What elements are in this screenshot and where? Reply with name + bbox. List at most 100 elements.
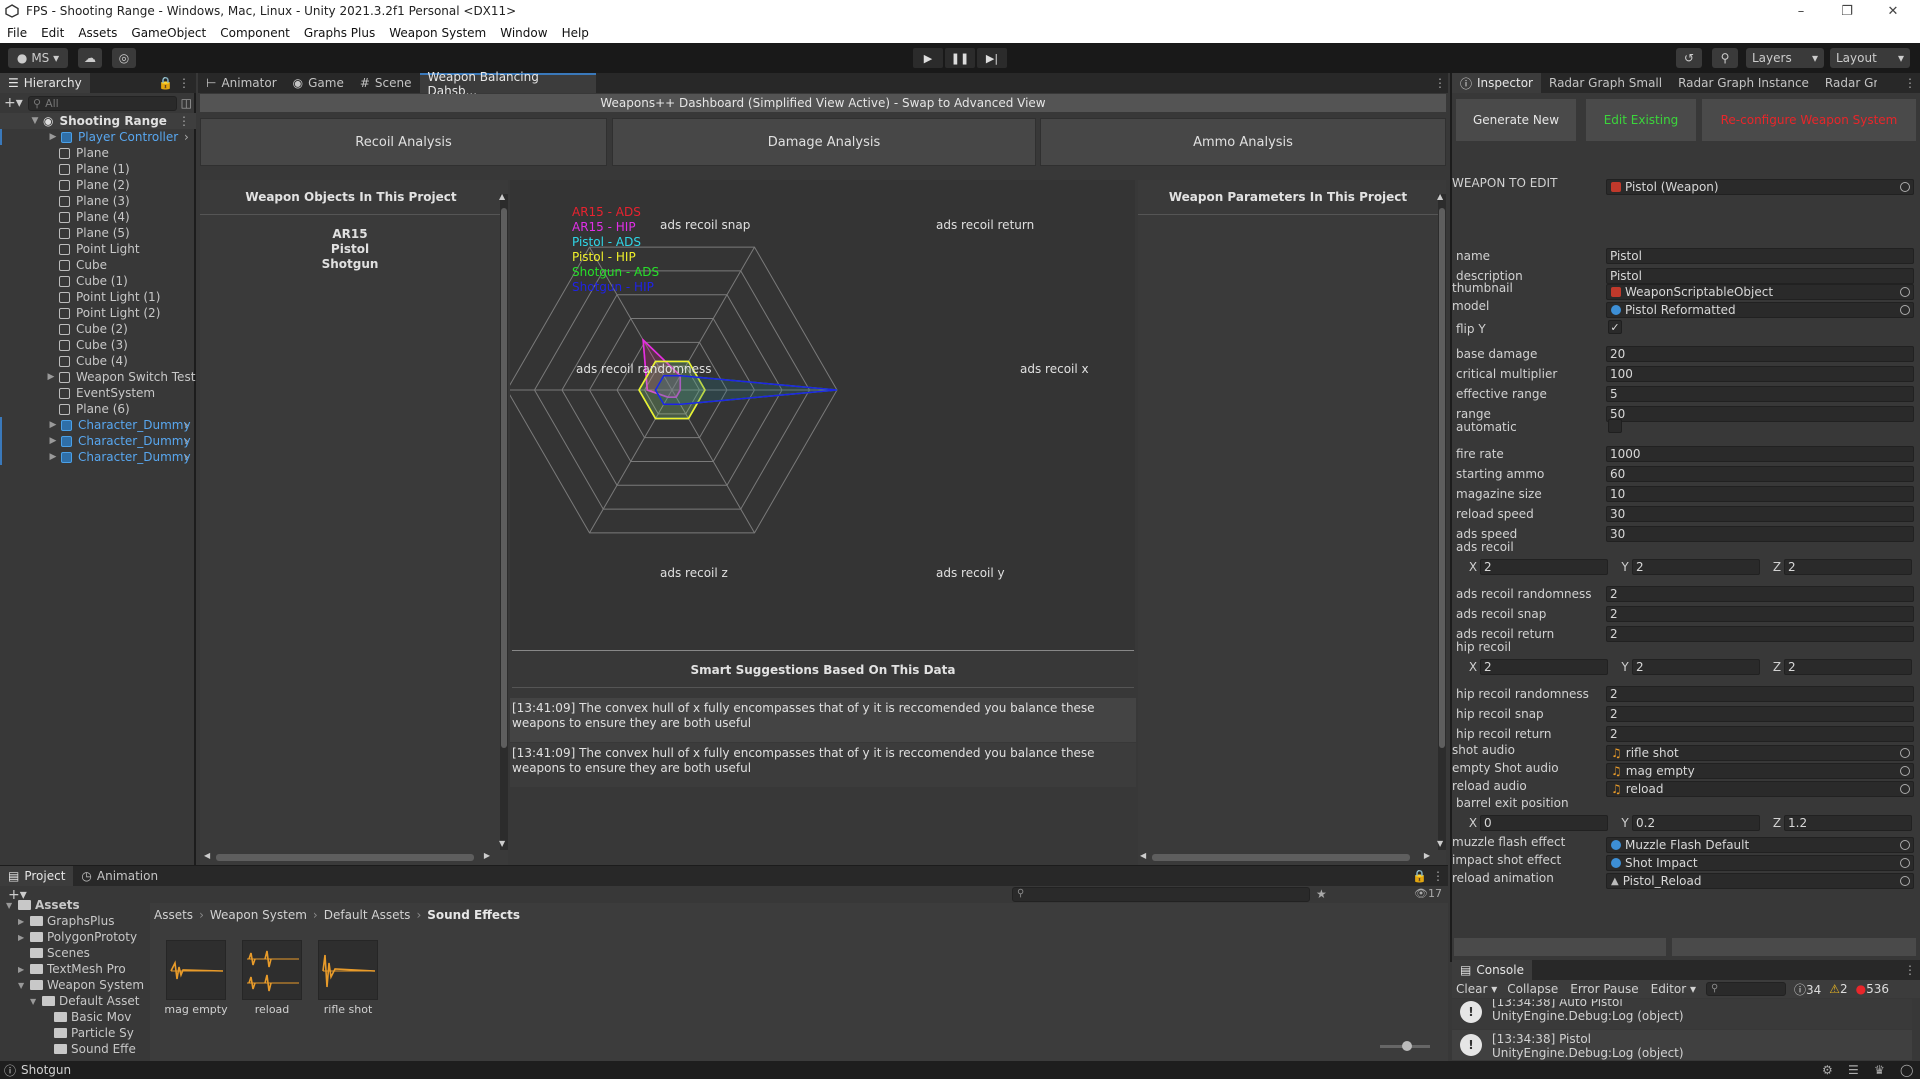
collapse-button[interactable]: Collapse — [1501, 982, 1564, 996]
menu-assets[interactable]: Assets — [71, 26, 124, 40]
weapon-item[interactable]: Pistol — [300, 242, 400, 257]
dashboard-banner[interactable]: Weapons++ Dashboard (Simplified View Act… — [200, 94, 1446, 112]
hierarchy-item[interactable]: Point Light (2) — [0, 305, 196, 321]
pause-button[interactable]: ❚❚ — [945, 48, 975, 68]
reconfigure-button[interactable]: Re-configure Weapon System — [1702, 99, 1916, 141]
layers-icon[interactable]: ☰ — [1848, 1063, 1859, 1077]
object-picker-icon[interactable] — [1900, 766, 1910, 776]
collab-icon[interactable]: ◎ — [112, 48, 136, 68]
lock-icon[interactable]: 🔒 — [1412, 869, 1427, 883]
scroll-right-icon[interactable]: ▶ — [1424, 851, 1430, 860]
editor-dropdown[interactable]: Editor ▾ — [1645, 982, 1702, 996]
network-icon[interactable]: ⚙ — [1822, 1063, 1833, 1077]
field-input[interactable]: 2 — [1606, 726, 1914, 742]
project-folder-item[interactable]: ▶ TextMesh Pro — [0, 961, 145, 977]
project-folder-item[interactable]: ▼ Default Asset — [0, 993, 145, 1009]
hierarchy-item[interactable]: Plane — [0, 145, 196, 161]
ammo-analysis-button[interactable]: Ammo Analysis — [1040, 118, 1446, 166]
field-input[interactable]: 20 — [1606, 346, 1914, 362]
favorites-icon[interactable]: ★ — [1316, 887, 1327, 901]
project-folder-item[interactable]: ▶ GraphsPlus — [0, 913, 145, 929]
hierarchy-item[interactable]: Point Light (1) — [0, 289, 196, 305]
hidden-packages-icon[interactable]: 👁17 — [1414, 887, 1442, 900]
hierarchy-item[interactable]: Plane (2) — [0, 177, 196, 193]
debug-icon[interactable]: ♛ — [1874, 1063, 1885, 1077]
edit-existing-button[interactable]: Edit Existing — [1586, 99, 1696, 141]
project-folder-item[interactable]: Basic Mov — [0, 1009, 145, 1025]
scroll-thumb[interactable] — [501, 208, 507, 748]
field-input[interactable]: 2 — [1606, 586, 1914, 602]
expand-arrow-icon[interactable]: ▶ — [18, 965, 30, 974]
tab-weapon-balancing[interactable]: Weapon Balancing Dahsb... — [419, 70, 596, 98]
thumbnail-field[interactable]: WeaponScriptableObject — [1606, 284, 1914, 300]
step-button[interactable]: ▶| — [977, 48, 1007, 68]
menu-file[interactable]: File — [0, 26, 34, 40]
object-picker-icon[interactable] — [1900, 784, 1910, 794]
tab-scene[interactable]: # Scene — [352, 73, 420, 93]
menu-window[interactable]: Window — [493, 26, 554, 40]
expand-arrow-icon[interactable]: ▶ — [48, 132, 58, 142]
audio-clip-field[interactable]: ♫ rifle shot — [1606, 745, 1914, 761]
play-button[interactable]: ▶ — [913, 48, 943, 68]
add-icon[interactable]: +▾ — [4, 95, 28, 111]
hierarchy-item[interactable]: ▶ Player Controller › — [0, 129, 196, 145]
tab-radar-graph-instance[interactable]: Radar Graph Instance — [1670, 73, 1817, 93]
expand-arrow-icon[interactable]: ▼ — [30, 997, 42, 1006]
breadcrumb-item[interactable]: Sound Effects — [427, 908, 520, 922]
menu-edit[interactable]: Edit — [34, 26, 71, 40]
field-input[interactable]: Pistol — [1606, 268, 1914, 284]
field-input[interactable]: Pistol — [1606, 248, 1914, 264]
history-icon[interactable]: ↺ — [1676, 48, 1702, 68]
tab-hierarchy[interactable]: ☰ Hierarchy — [0, 73, 90, 93]
layout-dropdown[interactable]: Layout ▾ — [1830, 48, 1910, 68]
minimize-button[interactable]: – — [1778, 0, 1824, 22]
hierarchy-search-input[interactable]: ⚲ All — [28, 95, 177, 111]
tab-game[interactable]: ◉ Game — [285, 73, 352, 93]
slider-thumb[interactable] — [1402, 1041, 1412, 1051]
field-input[interactable]: 10 — [1606, 486, 1914, 502]
scroll-thumb[interactable] — [1439, 208, 1445, 748]
project-folder-item[interactable]: Sound Effe — [0, 1041, 145, 1057]
generate-new-button[interactable]: Generate New — [1456, 99, 1576, 141]
scroll-up-icon[interactable]: ▲ — [1437, 192, 1443, 201]
tab-radar-graph-small[interactable]: Radar Graph Small — [1541, 73, 1670, 93]
menu-help[interactable]: Help — [555, 26, 596, 40]
weapon-objects-scrollbar[interactable] — [500, 194, 508, 850]
suggestion-item[interactable]: [13:41:09] The convex hull of x fully en… — [510, 698, 1136, 742]
field-input[interactable]: 1000 — [1606, 446, 1914, 462]
hierarchy-item[interactable]: Cube (4) — [0, 353, 196, 369]
menu-weapon-system[interactable]: Weapon System — [382, 26, 493, 40]
scene-root[interactable]: ▼ ◉ Shooting Range ⋮ — [0, 113, 196, 129]
asset-label[interactable]: reload — [234, 1003, 310, 1016]
scroll-left-icon[interactable]: ◀ — [204, 851, 210, 860]
expand-arrow-icon[interactable]: ▼ — [30, 116, 40, 126]
hip-recoil-z-field[interactable]: 2 — [1784, 659, 1912, 675]
field-input[interactable]: 100 — [1606, 366, 1914, 382]
scroll-left-icon[interactable]: ◀ — [1140, 851, 1146, 860]
menu-gameobject[interactable]: GameObject — [124, 26, 213, 40]
object-picker-icon[interactable] — [1900, 858, 1910, 868]
field-input[interactable]: 2 — [1606, 626, 1914, 642]
hip-recoil-x-field[interactable]: 2 — [1480, 659, 1608, 675]
hierarchy-item[interactable]: Point Light — [0, 241, 196, 257]
inspector-bottom-button[interactable] — [1454, 938, 1666, 956]
weapon-item[interactable]: Shotgun — [300, 257, 400, 272]
layers-dropdown[interactable]: Layers ▾ — [1746, 48, 1824, 68]
status-text[interactable]: Shotgun — [21, 1063, 71, 1077]
object-picker-icon[interactable] — [1900, 748, 1910, 758]
expand-arrow-icon[interactable]: ▶ — [46, 372, 56, 382]
suggestion-item[interactable]: [13:41:09] The convex hull of x fully en… — [510, 743, 1136, 787]
expand-arrow-icon[interactable]: ▶ — [18, 933, 30, 942]
tab-inspector[interactable]: ⓘ Inspector — [1452, 73, 1541, 93]
warn-count[interactable]: ⚠2 — [1829, 982, 1847, 996]
audio-clip-field[interactable]: ♫ mag empty — [1606, 763, 1914, 779]
hierarchy-item[interactable]: Plane (4) — [0, 209, 196, 225]
project-folder-item[interactable]: ▶ PolygonPrototy — [0, 929, 145, 945]
hierarchy-item[interactable]: Plane (6) — [0, 401, 196, 417]
breadcrumb-item[interactable]: Assets — [154, 908, 193, 922]
project-folder-item[interactable]: ▼ Assets — [0, 897, 145, 913]
console-entry[interactable]: ! [13:34:38] Pistol UnityEngine.Debug:Log… — [1452, 1030, 1912, 1060]
tab-animation[interactable]: ◷ Animation — [73, 866, 166, 886]
project-folder-item[interactable]: Scenes — [0, 945, 145, 961]
hip-recoil-y-field[interactable]: 2 — [1632, 659, 1760, 675]
